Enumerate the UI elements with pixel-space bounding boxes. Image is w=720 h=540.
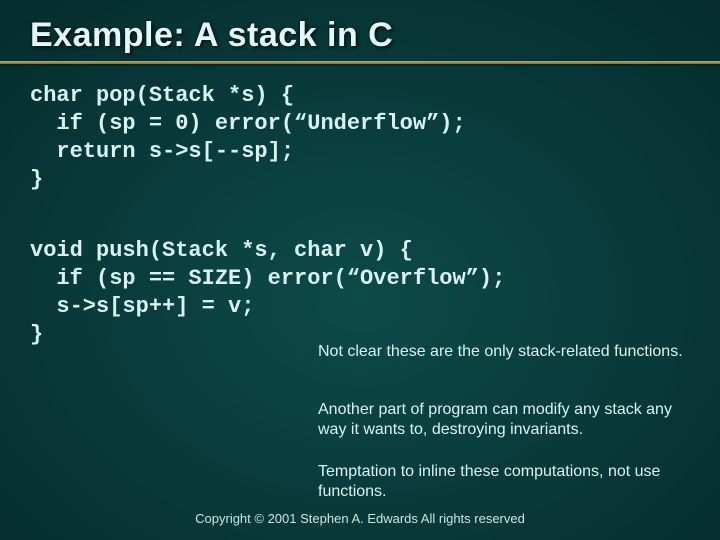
note-3: Temptation to inline these computations,… (318, 462, 692, 502)
note-2: Another part of program can modify any s… (318, 400, 692, 440)
code-block-push: void push(Stack *s, char v) { if (sp == … (0, 219, 720, 350)
copyright: Copyright © 2001 Stephen A. Edwards All … (0, 511, 720, 526)
code-block-pop: char pop(Stack *s) { if (sp = 0) error(“… (0, 64, 720, 195)
slide-title: Example: A stack in C (0, 0, 720, 61)
note-1: Not clear these are the only stack-relat… (318, 342, 692, 362)
